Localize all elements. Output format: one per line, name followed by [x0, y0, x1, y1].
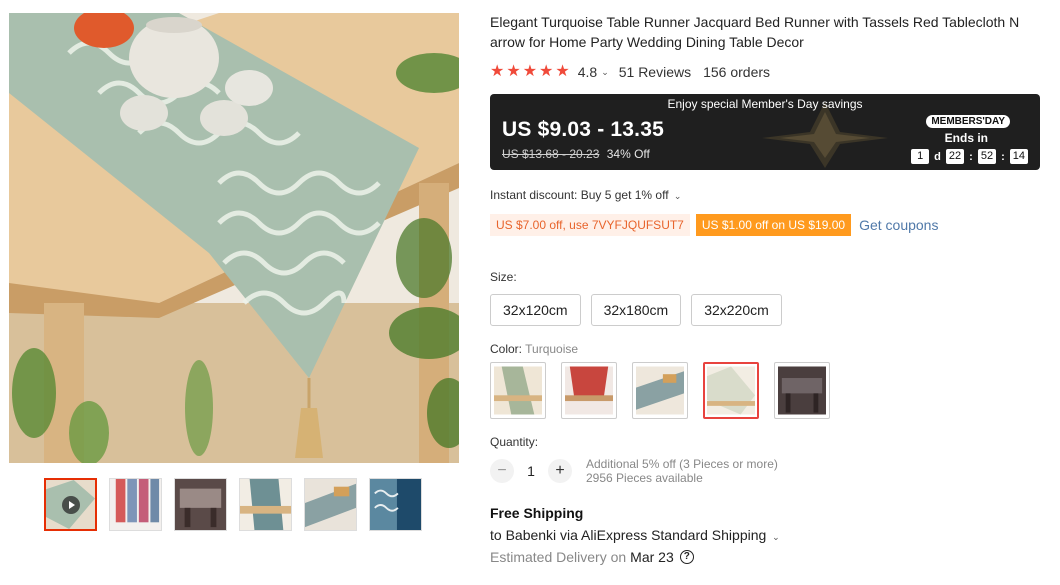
- instant-discount[interactable]: Instant discount: Buy 5 get 1% off ⌄: [490, 188, 1045, 204]
- size-option[interactable]: 32x120cm: [490, 294, 581, 326]
- product-title-line-1: Elegant Turquoise Table Runner Jacquard …: [490, 14, 1020, 30]
- countdown-separator: :: [1001, 150, 1005, 163]
- quantity-minus-button[interactable]: −: [490, 459, 514, 483]
- thumbnail-image[interactable]: [174, 478, 227, 531]
- color-swatch[interactable]: [490, 362, 546, 419]
- estimated-delivery: Estimated Delivery on Mar 23 ?: [490, 549, 1045, 565]
- color-swatch[interactable]: [632, 362, 688, 419]
- main-product-image[interactable]: [9, 13, 459, 463]
- product-title: Elegant Turquoise Table Runner Jacquard …: [490, 12, 1038, 52]
- table-runner-photo: [9, 13, 459, 463]
- ends-in-label: Ends in: [944, 131, 988, 145]
- star-icon: ★: [522, 63, 538, 80]
- countdown-hours: 22: [945, 149, 965, 164]
- thumbnail-image[interactable]: [239, 478, 292, 531]
- thumbnail-strip: [44, 478, 422, 531]
- star-icon: ★: [539, 63, 554, 80]
- product-title-line-2: arrow for Home Party Wedding Dining Tabl…: [490, 34, 804, 50]
- old-price: US $13.68 - 20.23: [502, 147, 600, 161]
- product-info: Elegant Turquoise Table Runner Jacquard …: [490, 12, 1045, 565]
- countdown-day-unit: d: [934, 150, 941, 163]
- quantity-plus-button[interactable]: +: [548, 459, 572, 483]
- instant-discount-text: Instant discount: Buy 5 get 1% off: [490, 188, 669, 202]
- current-price: US $9.03 - 13.35: [502, 118, 664, 141]
- quantity-note: Additional 5% off (3 Pieces or more) 295…: [586, 457, 778, 485]
- get-coupons-link[interactable]: Get coupons: [859, 217, 938, 233]
- delivery-label: Estimated Delivery on: [490, 549, 627, 565]
- quantity-stepper: − 1 + Additional 5% off (3 Pieces or mor…: [490, 457, 1045, 485]
- color-swatch[interactable]: [774, 362, 830, 419]
- coupon-store-offer[interactable]: US $1.00 off on US $19.00: [695, 214, 852, 236]
- star-icon: ★: [555, 63, 570, 80]
- thumbnail-image[interactable]: [304, 478, 357, 531]
- color-swatch-selected[interactable]: [703, 362, 759, 419]
- play-icon: [61, 495, 80, 514]
- help-icon[interactable]: ?: [679, 550, 694, 564]
- quantity-label: Quantity:: [490, 435, 539, 449]
- shipping-method-text: to Babenki via AliExpress Standard Shipp…: [490, 527, 767, 543]
- size-option[interactable]: 32x180cm: [590, 294, 682, 326]
- size-options: 32x120cm 32x180cm 32x220cm: [490, 294, 1045, 326]
- old-price-row: US $13.68 - 20.23 34% Off: [502, 147, 650, 161]
- bulk-discount-note: Additional 5% off (3 Pieces or more): [586, 457, 778, 471]
- shipping-title: Free Shipping: [490, 505, 584, 521]
- color-selected-value: Turquoise: [525, 342, 579, 356]
- thumbnail-image[interactable]: [369, 478, 422, 531]
- chevron-down-icon[interactable]: ⌄: [601, 67, 609, 78]
- discount-percent: 34% Off: [606, 147, 650, 161]
- star-icon: ★: [490, 63, 505, 80]
- countdown-days: 1: [911, 149, 930, 164]
- banner-headline: Enjoy special Member's Day savings: [667, 97, 863, 111]
- color-label: Color:: [490, 342, 523, 356]
- countdown-minutes: 52: [977, 149, 997, 164]
- size-label: Size:: [490, 270, 517, 284]
- delivery-date: Mar 23: [630, 549, 674, 565]
- members-day-badge: MEMBERS'DAY: [926, 115, 1010, 128]
- countdown-separator: :: [969, 150, 973, 163]
- thumbnail-video[interactable]: [44, 478, 97, 531]
- thumbnail-image[interactable]: [109, 478, 162, 531]
- coupon-code-offer[interactable]: US $7.00 off, use 7VYFJQUFSUT7: [490, 214, 690, 236]
- size-option[interactable]: 32x220cm: [691, 294, 782, 326]
- star-rating: ★ ★ ★ ★ ★: [490, 64, 570, 80]
- coupon-row: US $7.00 off, use 7VYFJQUFSUT7 US $1.00 …: [490, 214, 1045, 236]
- chevron-down-icon: ⌄: [772, 532, 780, 542]
- shipping-method[interactable]: to Babenki via AliExpress Standard Shipp…: [490, 527, 1045, 543]
- countdown-seconds: 14: [1009, 149, 1028, 164]
- reviews-link[interactable]: 51 Reviews: [619, 64, 691, 80]
- countdown-timer: 1 d 22 : 52 : 14: [911, 149, 1028, 164]
- stock-available: 2956 Pieces available: [586, 471, 703, 485]
- color-swatch[interactable]: [561, 362, 617, 419]
- color-label-row: Color: Turquoise: [490, 342, 1045, 358]
- orders-count: 156 orders: [703, 64, 771, 80]
- quantity-value[interactable]: 1: [514, 463, 548, 479]
- rating-row: ★ ★ ★ ★ ★ 4.8 ⌄ 51 Reviews 156 orders: [490, 62, 1045, 82]
- chevron-down-icon: ⌄: [673, 191, 682, 201]
- star-icon: ★: [506, 63, 521, 80]
- color-swatches: [490, 362, 1045, 419]
- rating-score[interactable]: 4.8: [578, 64, 597, 80]
- members-day-banner: Enjoy special Member's Day savings US $9…: [490, 94, 1040, 170]
